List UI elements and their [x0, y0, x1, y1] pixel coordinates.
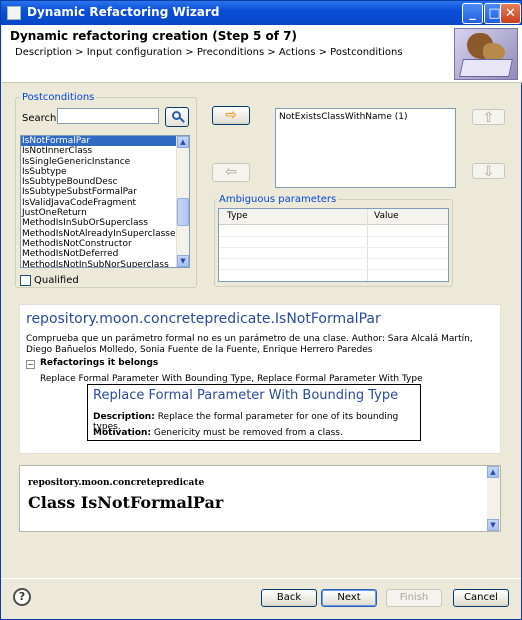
add-postcondition-button[interactable]: ⇨	[212, 106, 250, 125]
search-button[interactable]	[165, 107, 189, 127]
minimize-button[interactable]: _	[462, 3, 483, 24]
arrow-down-icon: ⇩	[482, 164, 495, 180]
tooltip-title: Replace Formal Parameter With Bounding T…	[93, 388, 399, 403]
ambiguous-parameters-table[interactable]: Type Value	[218, 208, 449, 282]
list-item[interactable]: NotExistsClassWithName (1)	[279, 112, 407, 122]
list-item[interactable]: IsSubtypeSubstFormalPar	[21, 187, 177, 197]
list-item[interactable]: MethodIsNotAlreadyInSuperclasses	[21, 229, 177, 239]
search-label: Search:	[22, 113, 60, 124]
list-item[interactable]: MethodIsInSubOrSuperclass	[21, 218, 177, 228]
list-item[interactable]: IsSingleGenericInstance	[21, 157, 177, 167]
list-item[interactable]: JustOneReturn	[21, 208, 177, 218]
window-title: Dynamic Refactoring Wizard	[27, 5, 220, 19]
title-bar[interactable]: Dynamic Refactoring Wizard _ □ ✕	[1, 1, 521, 25]
search-input[interactable]	[57, 108, 159, 124]
postconditions-list[interactable]: IsNotFormalPar IsNotInnerClass IsSingleGen…	[20, 135, 190, 268]
arrow-up-icon: ⇧	[482, 110, 495, 126]
ambiguous-group-label: Ambiguous parameters	[217, 194, 339, 205]
close-button[interactable]: ✕	[500, 3, 521, 24]
doc-scrollbar[interactable]: ▲ ▼	[487, 466, 500, 531]
arrow-left-icon: ⇦	[225, 164, 237, 180]
doc-package: repository.moon.concretepredicate	[28, 478, 205, 488]
scroll-up-icon[interactable]: ▲	[177, 136, 189, 148]
scroll-thumb[interactable]	[177, 198, 189, 226]
list-scrollbar[interactable]: ▲ ▼	[176, 136, 189, 267]
qualified-checkbox[interactable]	[20, 275, 31, 286]
scroll-down-icon[interactable]: ▼	[177, 255, 189, 267]
finish-button[interactable]: Finish	[386, 589, 442, 607]
remove-postcondition-button[interactable]: ⇦	[212, 163, 250, 182]
tooltip-motivation: Motivation: Genericity must be removed f…	[93, 428, 343, 438]
back-button[interactable]: Back	[261, 589, 317, 607]
list-item[interactable]: MethodIsNotInSubNorSuperclass	[21, 260, 177, 267]
list-item[interactable]: IsSubtypeBoundDesc	[21, 177, 177, 187]
table-header: Type Value	[219, 209, 448, 225]
breadcrumb: Description > Input configuration > Prec…	[15, 47, 403, 58]
refactoring-tooltip: Replace Formal Parameter With Bounding T…	[87, 384, 421, 441]
list-item[interactable]: IsSubtype	[21, 167, 177, 177]
next-button[interactable]: Next	[321, 589, 377, 607]
column-header-type[interactable]: Type	[227, 211, 248, 221]
list-item[interactable]: IsNotInnerClass	[21, 146, 177, 156]
qualified-label: Qualified	[34, 275, 79, 286]
postconditions-group-label: Postconditions	[20, 92, 97, 103]
list-item[interactable]: MethodIsNotConstructor	[21, 239, 177, 249]
wizard-logo	[454, 28, 518, 80]
javadoc-panel[interactable]: repository.moon.concretepredicate Class …	[19, 465, 501, 532]
column-header-value[interactable]: Value	[374, 211, 399, 221]
app-icon	[7, 6, 21, 20]
list-item[interactable]: IsValidJavaCodeFragment	[21, 198, 177, 208]
scroll-up-icon[interactable]: ▲	[487, 466, 499, 478]
cancel-button[interactable]: Cancel	[453, 589, 509, 607]
tooltip-motivation-label: Motivation:	[93, 428, 152, 438]
tooltip-description-label: Description:	[93, 412, 155, 422]
doc-class-title: Class IsNotFormalPar	[28, 493, 224, 512]
page-title: Dynamic refactoring creation (Step 5 of …	[10, 29, 297, 43]
wizard-header: Dynamic refactoring creation (Step 5 of …	[2, 25, 522, 83]
selected-postconditions-list[interactable]: NotExistsClassWithName (1)	[275, 108, 456, 188]
help-button[interactable]: ?	[13, 588, 31, 606]
refactorings-tree-item[interactable]: Replace Formal Parameter With Bounding T…	[40, 374, 423, 384]
pages-icon	[459, 59, 513, 77]
tooltip-motivation-text: Genericity must be removed from a class.	[153, 428, 343, 438]
info-title: repository.moon.concretepredicate.IsNotF…	[26, 311, 381, 327]
footer-divider	[1, 578, 521, 579]
move-up-button[interactable]: ⇧	[472, 109, 505, 126]
info-description: Comprueba que un parámetro formal no es …	[26, 334, 473, 355]
postconditions-list-items: IsNotFormalPar IsNotInnerClass IsSingleGen…	[21, 136, 177, 267]
arrow-right-icon: ⇨	[225, 107, 237, 123]
scroll-down-icon[interactable]: ▼	[487, 519, 499, 531]
collapse-icon[interactable]: −	[26, 360, 35, 369]
refactorings-tree-label: Refactorings it belongs	[40, 358, 159, 368]
list-item[interactable]: MethodIsNotDeferred	[21, 249, 177, 259]
move-down-button[interactable]: ⇩	[472, 163, 505, 180]
list-item[interactable]: IsNotFormalPar	[21, 136, 177, 147]
